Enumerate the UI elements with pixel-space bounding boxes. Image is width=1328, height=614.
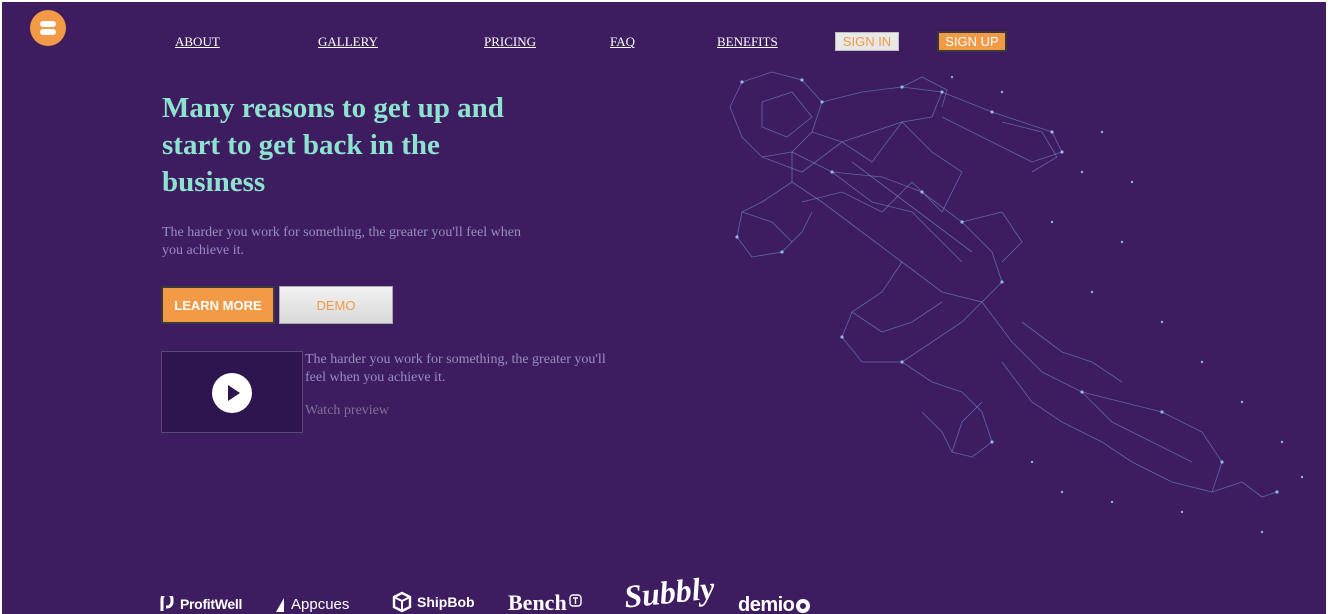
play-icon[interactable] [212, 373, 252, 413]
watch-preview-link[interactable]: Watch preview [305, 403, 389, 419]
hero-headline: Many reasons to get up and start to get … [162, 92, 504, 198]
nav-benefits-link[interactable]: BENEFITS [717, 34, 778, 50]
demo-button[interactable]: DEMO [279, 286, 393, 324]
brand-logos: ProfitWell Appcues ShipBob Bench Subbly [160, 569, 860, 614]
brand-profitwell: ProfitWell [160, 596, 242, 612]
nav-about-link[interactable]: ABOUT [175, 34, 220, 50]
page: ABOUT GALLERY PRICING FAQ BENEFITS SIGN … [2, 2, 1326, 614]
brand-bench: Bench [508, 590, 582, 614]
brand-subbly: Subbly [622, 569, 717, 614]
video-thumbnail[interactable] [161, 351, 303, 433]
video-description: The harder you work for something, the g… [305, 352, 606, 385]
nav-faq-link[interactable]: FAQ [610, 34, 635, 50]
nav-pricing-link[interactable]: PRICING [484, 34, 536, 50]
bench-icon [568, 593, 582, 607]
appcues-icon [276, 597, 284, 612]
sign-in-button[interactable]: SIGN IN [835, 32, 899, 51]
running-man-illustration [729, 71, 1304, 534]
hero-subtext: The harder you work for something, the g… [162, 225, 522, 258]
brand-demio: demio [738, 594, 811, 614]
demio-icon [796, 598, 811, 613]
shipbob-icon [392, 591, 412, 613]
learn-more-button[interactable]: LEARN MORE [161, 286, 275, 324]
brand-shipbob: ShipBob [392, 591, 475, 613]
logo-icon[interactable] [30, 10, 66, 46]
nav-gallery-link[interactable]: GALLERY [318, 34, 378, 50]
brand-appcues: Appcues [275, 596, 349, 613]
sign-up-button[interactable]: SIGN UP [937, 31, 1007, 52]
profitwell-icon [160, 596, 174, 611]
